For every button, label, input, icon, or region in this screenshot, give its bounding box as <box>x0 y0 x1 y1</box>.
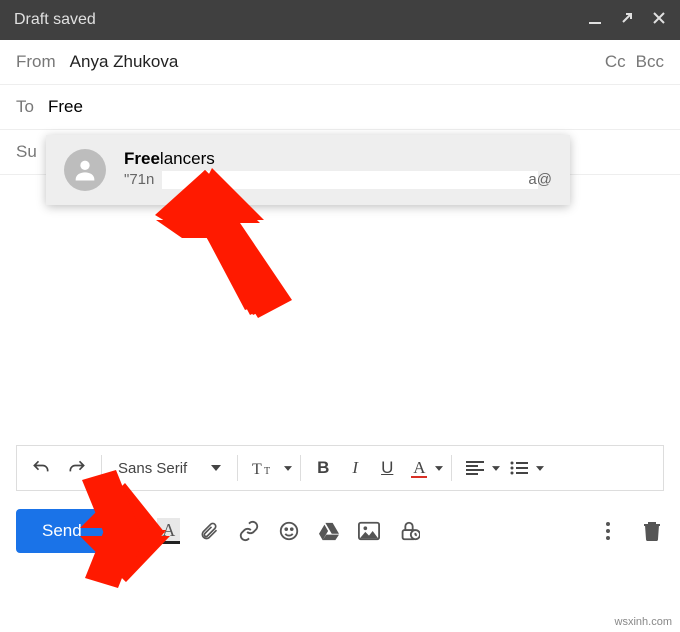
delete-icon[interactable] <box>640 519 664 543</box>
minimize-icon[interactable] <box>588 11 602 30</box>
suggestion-email-suffix: a@ <box>528 171 552 188</box>
bold-button[interactable]: B <box>309 452 337 484</box>
text-color-button[interactable]: A <box>405 452 443 484</box>
from-value[interactable]: Anya Zhukova <box>70 52 605 72</box>
emoji-icon[interactable] <box>277 519 301 543</box>
header-title: Draft saved <box>14 11 588 29</box>
more-options-icon[interactable] <box>596 519 620 543</box>
from-row: From Anya Zhukova Cc Bcc <box>0 40 680 85</box>
italic-button[interactable]: I <box>341 452 369 484</box>
confidential-icon[interactable] <box>397 519 421 543</box>
font-size-button[interactable]: TT <box>246 452 292 484</box>
avatar <box>64 149 106 191</box>
bcc-button[interactable]: Bcc <box>636 52 664 72</box>
close-icon[interactable] <box>652 11 666 30</box>
watermark: wsxinh.com <box>615 616 672 628</box>
svg-text:T: T <box>252 461 262 477</box>
arrow-suggestion <box>152 168 302 318</box>
to-row: To <box>0 85 680 130</box>
recipient-suggestion-popup: Freelancers "71n a@ <box>46 135 570 205</box>
header-window-controls <box>588 11 666 30</box>
arrow-send-final <box>78 470 198 585</box>
attach-icon[interactable] <box>197 519 221 543</box>
from-label: From <box>16 52 56 72</box>
align-button[interactable] <box>460 452 500 484</box>
suggestion-item[interactable]: Freelancers "71n a@ <box>46 135 570 205</box>
list-button[interactable] <box>504 452 544 484</box>
popout-icon[interactable] <box>620 11 634 30</box>
to-input[interactable] <box>48 97 664 117</box>
drive-icon[interactable] <box>317 519 341 543</box>
email-body[interactable] <box>0 175 680 445</box>
to-label: To <box>16 97 34 117</box>
undo-button[interactable] <box>25 452 57 484</box>
subject-prefix: Su <box>16 142 37 161</box>
photo-icon[interactable] <box>357 519 381 543</box>
link-icon[interactable] <box>237 519 261 543</box>
svg-text:T: T <box>264 466 270 477</box>
underline-button[interactable]: U <box>373 452 401 484</box>
compose-header: Draft saved <box>0 0 680 40</box>
cc-button[interactable]: Cc <box>605 52 626 72</box>
